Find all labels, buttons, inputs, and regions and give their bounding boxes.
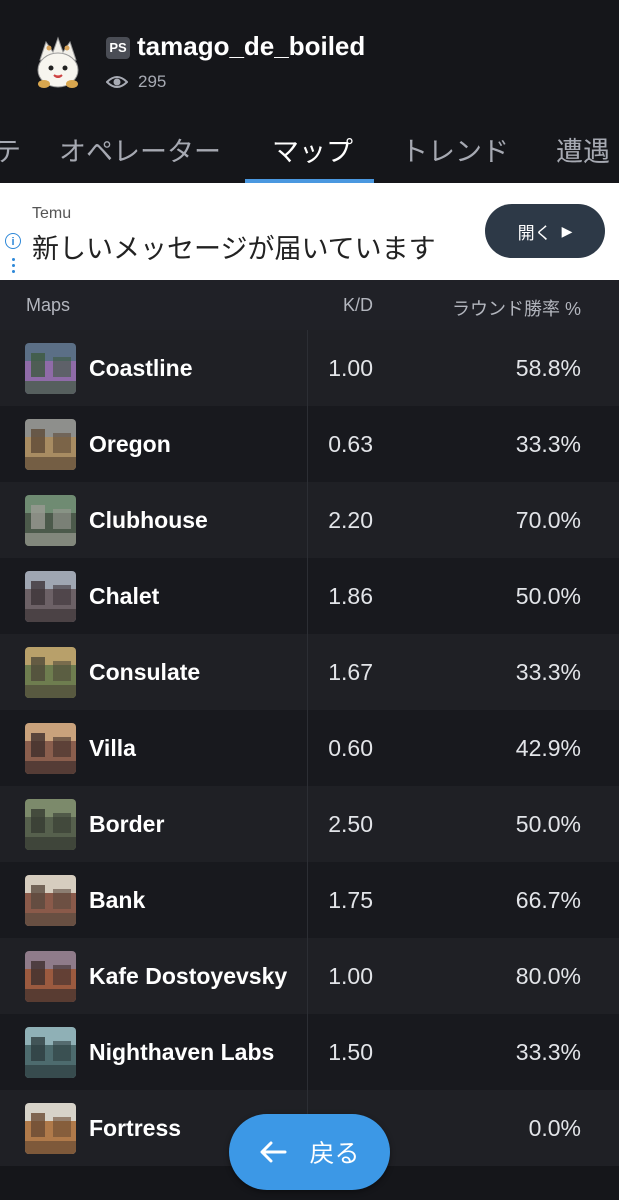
table-header: Maps K/D ラウンド勝率 % bbox=[0, 280, 619, 330]
username: tamago_de_boiled bbox=[137, 31, 366, 61]
win-rate-value: 66.7% bbox=[515, 887, 581, 913]
ad-brand: Temu bbox=[32, 205, 72, 222]
kd-value: 1.50 bbox=[328, 1039, 373, 1065]
column-divider bbox=[307, 710, 308, 786]
back-button-label: 戻る bbox=[309, 1140, 360, 1168]
kd-value: 0.60 bbox=[328, 735, 373, 761]
map-name: Fortress bbox=[89, 1115, 182, 1141]
kd-value: 1.00 bbox=[328, 355, 373, 381]
column-divider bbox=[307, 406, 308, 482]
column-divider bbox=[307, 786, 308, 862]
column-divider bbox=[307, 558, 308, 634]
more-options-icon[interactable] bbox=[12, 258, 15, 276]
win-rate-value: 0.0% bbox=[528, 1115, 581, 1141]
map-thumbnail bbox=[25, 495, 76, 546]
chevron-right-icon: ▶ bbox=[561, 222, 573, 239]
table-row[interactable]: Consulate 1.67 33.3% bbox=[0, 634, 619, 710]
column-header-kd[interactable]: K/D bbox=[343, 295, 373, 316]
win-rate-value: 33.3% bbox=[515, 431, 581, 457]
playstation-icon: PS bbox=[106, 37, 130, 59]
win-rate-value: 42.9% bbox=[515, 735, 581, 761]
kd-value: 2.50 bbox=[328, 811, 373, 837]
kd-value: 1.00 bbox=[328, 963, 373, 989]
table-row[interactable]: Chalet 1.86 50.0% bbox=[0, 558, 619, 634]
column-header-win-rate[interactable]: ラウンド勝率 % bbox=[452, 295, 581, 321]
tab-operators[interactable]: オペレーター bbox=[59, 130, 221, 169]
tab-encounters[interactable]: 遭遇 bbox=[556, 130, 610, 169]
win-rate-value: 80.0% bbox=[515, 963, 581, 989]
tab-trends[interactable]: トレンド bbox=[401, 130, 509, 169]
table-row[interactable]: Clubhouse 2.20 70.0% bbox=[0, 482, 619, 558]
map-name: Consulate bbox=[89, 659, 201, 685]
map-name: Nighthaven Labs bbox=[89, 1039, 275, 1065]
table-body: Coastline 1.00 58.8% Oregon 0.63 33.3% Clubhou… bbox=[0, 330, 619, 1166]
table-row[interactable]: Bank 1.75 66.7% bbox=[0, 862, 619, 938]
map-name: Clubhouse bbox=[89, 507, 208, 533]
map-name: Villa bbox=[89, 735, 136, 761]
win-rate-value: 70.0% bbox=[515, 507, 581, 533]
back-button[interactable]: 戻る bbox=[229, 1114, 390, 1190]
view-count-value: 295 bbox=[138, 72, 167, 91]
kd-value: 1.86 bbox=[328, 583, 373, 609]
map-thumbnail bbox=[25, 571, 76, 622]
table-row[interactable]: Villa 0.60 42.9% bbox=[0, 710, 619, 786]
win-rate-value: 50.0% bbox=[515, 583, 581, 609]
ad-open-button[interactable]: 開く ▶ bbox=[485, 204, 605, 258]
kd-value: 0.63 bbox=[328, 431, 373, 457]
map-thumbnail bbox=[25, 1027, 76, 1078]
map-thumbnail bbox=[25, 647, 76, 698]
column-divider bbox=[307, 634, 308, 710]
arrow-left-icon bbox=[260, 1141, 287, 1163]
avatar[interactable] bbox=[26, 30, 90, 94]
map-thumbnail bbox=[25, 1103, 76, 1154]
ad-message: 新しいメッセージが届いています bbox=[32, 234, 436, 264]
win-rate-value: 33.3% bbox=[515, 659, 581, 685]
view-count: 295 bbox=[106, 70, 166, 94]
table-row[interactable]: Nighthaven Labs 1.50 33.3% bbox=[0, 1014, 619, 1090]
maps-table: Maps K/D ラウンド勝率 % Coastline 1.00 58.8% Oreg… bbox=[0, 280, 619, 1166]
tab-partial-left[interactable]: テ bbox=[0, 130, 21, 169]
map-name: Bank bbox=[89, 887, 146, 913]
kd-value: 1.67 bbox=[328, 659, 373, 685]
map-thumbnail bbox=[25, 343, 76, 394]
tab-maps[interactable]: マップ bbox=[272, 130, 353, 169]
ad-open-label: 開く bbox=[517, 223, 552, 243]
column-divider bbox=[307, 862, 308, 938]
map-name: Border bbox=[89, 811, 165, 837]
info-icon[interactable]: i bbox=[5, 233, 21, 249]
column-divider bbox=[307, 482, 308, 558]
map-name: Chalet bbox=[89, 583, 160, 609]
map-thumbnail bbox=[25, 799, 76, 850]
table-row[interactable]: Kafe Dostoyevsky 1.00 80.0% bbox=[0, 938, 619, 1014]
map-name: Coastline bbox=[89, 355, 193, 381]
column-divider bbox=[307, 1014, 308, 1090]
table-row[interactable]: Oregon 0.63 33.3% bbox=[0, 406, 619, 482]
column-divider bbox=[307, 330, 308, 406]
table-row[interactable]: Border 2.50 50.0% bbox=[0, 786, 619, 862]
table-row[interactable]: Coastline 1.00 58.8% bbox=[0, 330, 619, 406]
win-rate-value: 50.0% bbox=[515, 811, 581, 837]
map-thumbnail bbox=[25, 951, 76, 1002]
kd-value: 2.20 bbox=[328, 507, 373, 533]
profile-header: PS tamago_de_boiled 295 bbox=[0, 0, 619, 110]
win-rate-value: 58.8% bbox=[515, 355, 581, 381]
map-thumbnail bbox=[25, 723, 76, 774]
map-thumbnail bbox=[25, 419, 76, 470]
kd-value: 1.75 bbox=[328, 887, 373, 913]
eye-icon bbox=[106, 76, 128, 88]
tab-bar: テ オペレーター マップ トレンド 遭遇 bbox=[0, 110, 619, 184]
win-rate-value: 33.3% bbox=[515, 1039, 581, 1065]
ad-banner[interactable]: i Temu 新しいメッセージが届いています 開く ▶ bbox=[0, 183, 619, 280]
column-divider bbox=[307, 938, 308, 1014]
map-name: Oregon bbox=[89, 431, 171, 457]
map-thumbnail bbox=[25, 875, 76, 926]
column-header-maps[interactable]: Maps bbox=[26, 295, 70, 316]
map-name: Kafe Dostoyevsky bbox=[89, 963, 288, 989]
